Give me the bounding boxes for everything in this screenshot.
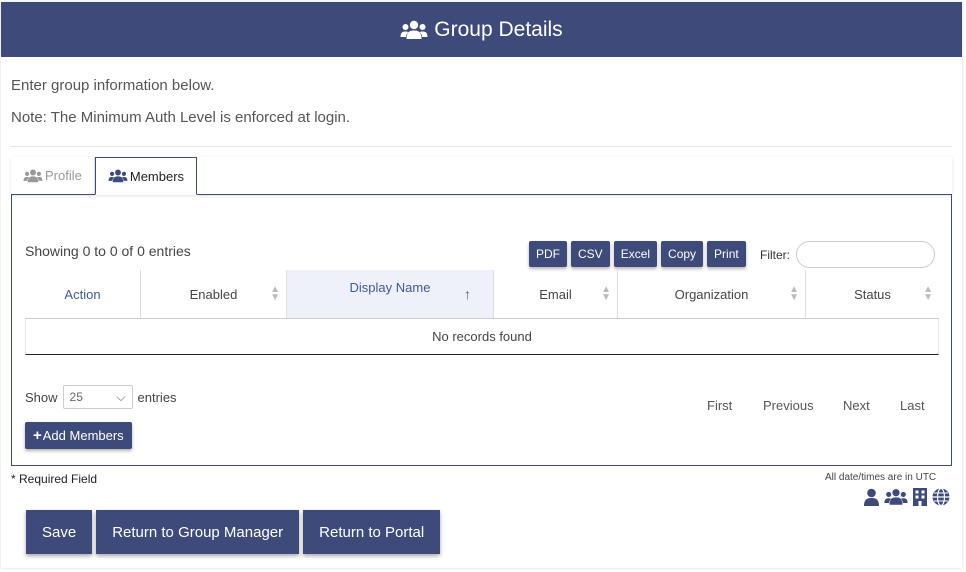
pagination-first[interactable]: First: [707, 398, 732, 413]
tab-members-label: Members: [129, 168, 185, 184]
auth-level-note: Note: The Minimum Auth Level is enforced…: [11, 109, 351, 126]
csv-button[interactable]: CSV: [571, 241, 610, 267]
members-table: Action Enabled ▲ ▼ Display Name ↑ Email ▲…: [25, 270, 939, 355]
pagination-last[interactable]: Last: [900, 398, 925, 413]
show-label: Show: [25, 389, 58, 405]
building-icon: [913, 488, 927, 506]
tab-members[interactable]: Members: [94, 157, 198, 195]
save-button[interactable]: Save: [26, 510, 93, 554]
column-header-email[interactable]: Email ▲ ▼: [494, 270, 618, 318]
table-header: Action Enabled ▲ ▼ Display Name ↑ Email ▲…: [25, 270, 939, 319]
export-buttons: PDF CSV Excel Copy Print: [529, 241, 746, 267]
page-title: Group Details: [434, 17, 563, 41]
form-actions: Save Return to Group Manager Return to P…: [26, 510, 441, 554]
users-icon: [884, 489, 908, 505]
sort-ascending-icon: ↑: [464, 286, 471, 302]
return-to-group-manager-button[interactable]: Return to Group Manager: [96, 510, 300, 554]
utc-note: All date/times are in UTC: [825, 472, 937, 483]
tab-bar: Profile Members: [11, 157, 952, 195]
add-members-button[interactable]: + Add Members: [25, 422, 132, 449]
column-header-display-name[interactable]: Display Name ↑: [287, 270, 494, 318]
add-members-label: Add Members: [42, 428, 124, 443]
globe-icon: [932, 488, 950, 506]
page-length-select[interactable]: 25 ⌵: [62, 385, 133, 409]
sort-icon: ▲ ▼: [923, 284, 933, 303]
users-icon: [23, 169, 43, 182]
chevron-down-icon: ⌵: [116, 389, 126, 404]
return-to-portal-button[interactable]: Return to Portal: [303, 510, 441, 554]
page-length-control: Show 25 ⌵ entries: [25, 385, 177, 409]
group-details-card: Group Details Enter group information be…: [1, 2, 962, 568]
column-header-action[interactable]: Action: [25, 270, 141, 318]
required-field-note: * Required Field: [11, 472, 98, 486]
pagination-previous[interactable]: Previous: [763, 398, 814, 413]
sort-icon: ▲ ▼: [270, 284, 280, 303]
filter-label: Filter:: [760, 248, 790, 262]
print-button[interactable]: Print: [707, 241, 746, 267]
excel-button[interactable]: Excel: [613, 241, 658, 267]
page-length-value: 25: [69, 390, 83, 404]
users-icon: [400, 20, 428, 39]
column-header-status[interactable]: Status ▲ ▼: [806, 270, 939, 318]
column-header-enabled[interactable]: Enabled ▲ ▼: [141, 270, 287, 318]
pdf-button[interactable]: PDF: [529, 241, 567, 267]
page-header: Group Details: [1, 2, 962, 57]
column-header-organization[interactable]: Organization ▲ ▼: [618, 270, 806, 318]
sort-icon: ▲ ▼: [789, 284, 799, 303]
empty-table-row: No records found: [25, 319, 939, 355]
filter-input[interactable]: [796, 241, 935, 268]
tab-profile[interactable]: Profile: [11, 157, 95, 194]
copy-button[interactable]: Copy: [661, 241, 704, 267]
tab-profile-label: Profile: [45, 168, 82, 183]
table-info: Showing 0 to 0 of 0 entries: [25, 243, 191, 259]
pagination-next[interactable]: Next: [843, 398, 870, 413]
entries-label: entries: [137, 389, 177, 405]
sort-icon: ▲ ▼: [601, 284, 611, 303]
users-icon: [108, 169, 128, 183]
legend-icons: [863, 488, 950, 506]
plus-icon: +: [33, 427, 42, 444]
members-panel: Showing 0 to 0 of 0 entries PDF CSV Exce…: [11, 194, 952, 466]
divider: [11, 146, 952, 147]
intro-text: Enter group information below.: [11, 77, 215, 94]
user-icon: [864, 488, 879, 506]
